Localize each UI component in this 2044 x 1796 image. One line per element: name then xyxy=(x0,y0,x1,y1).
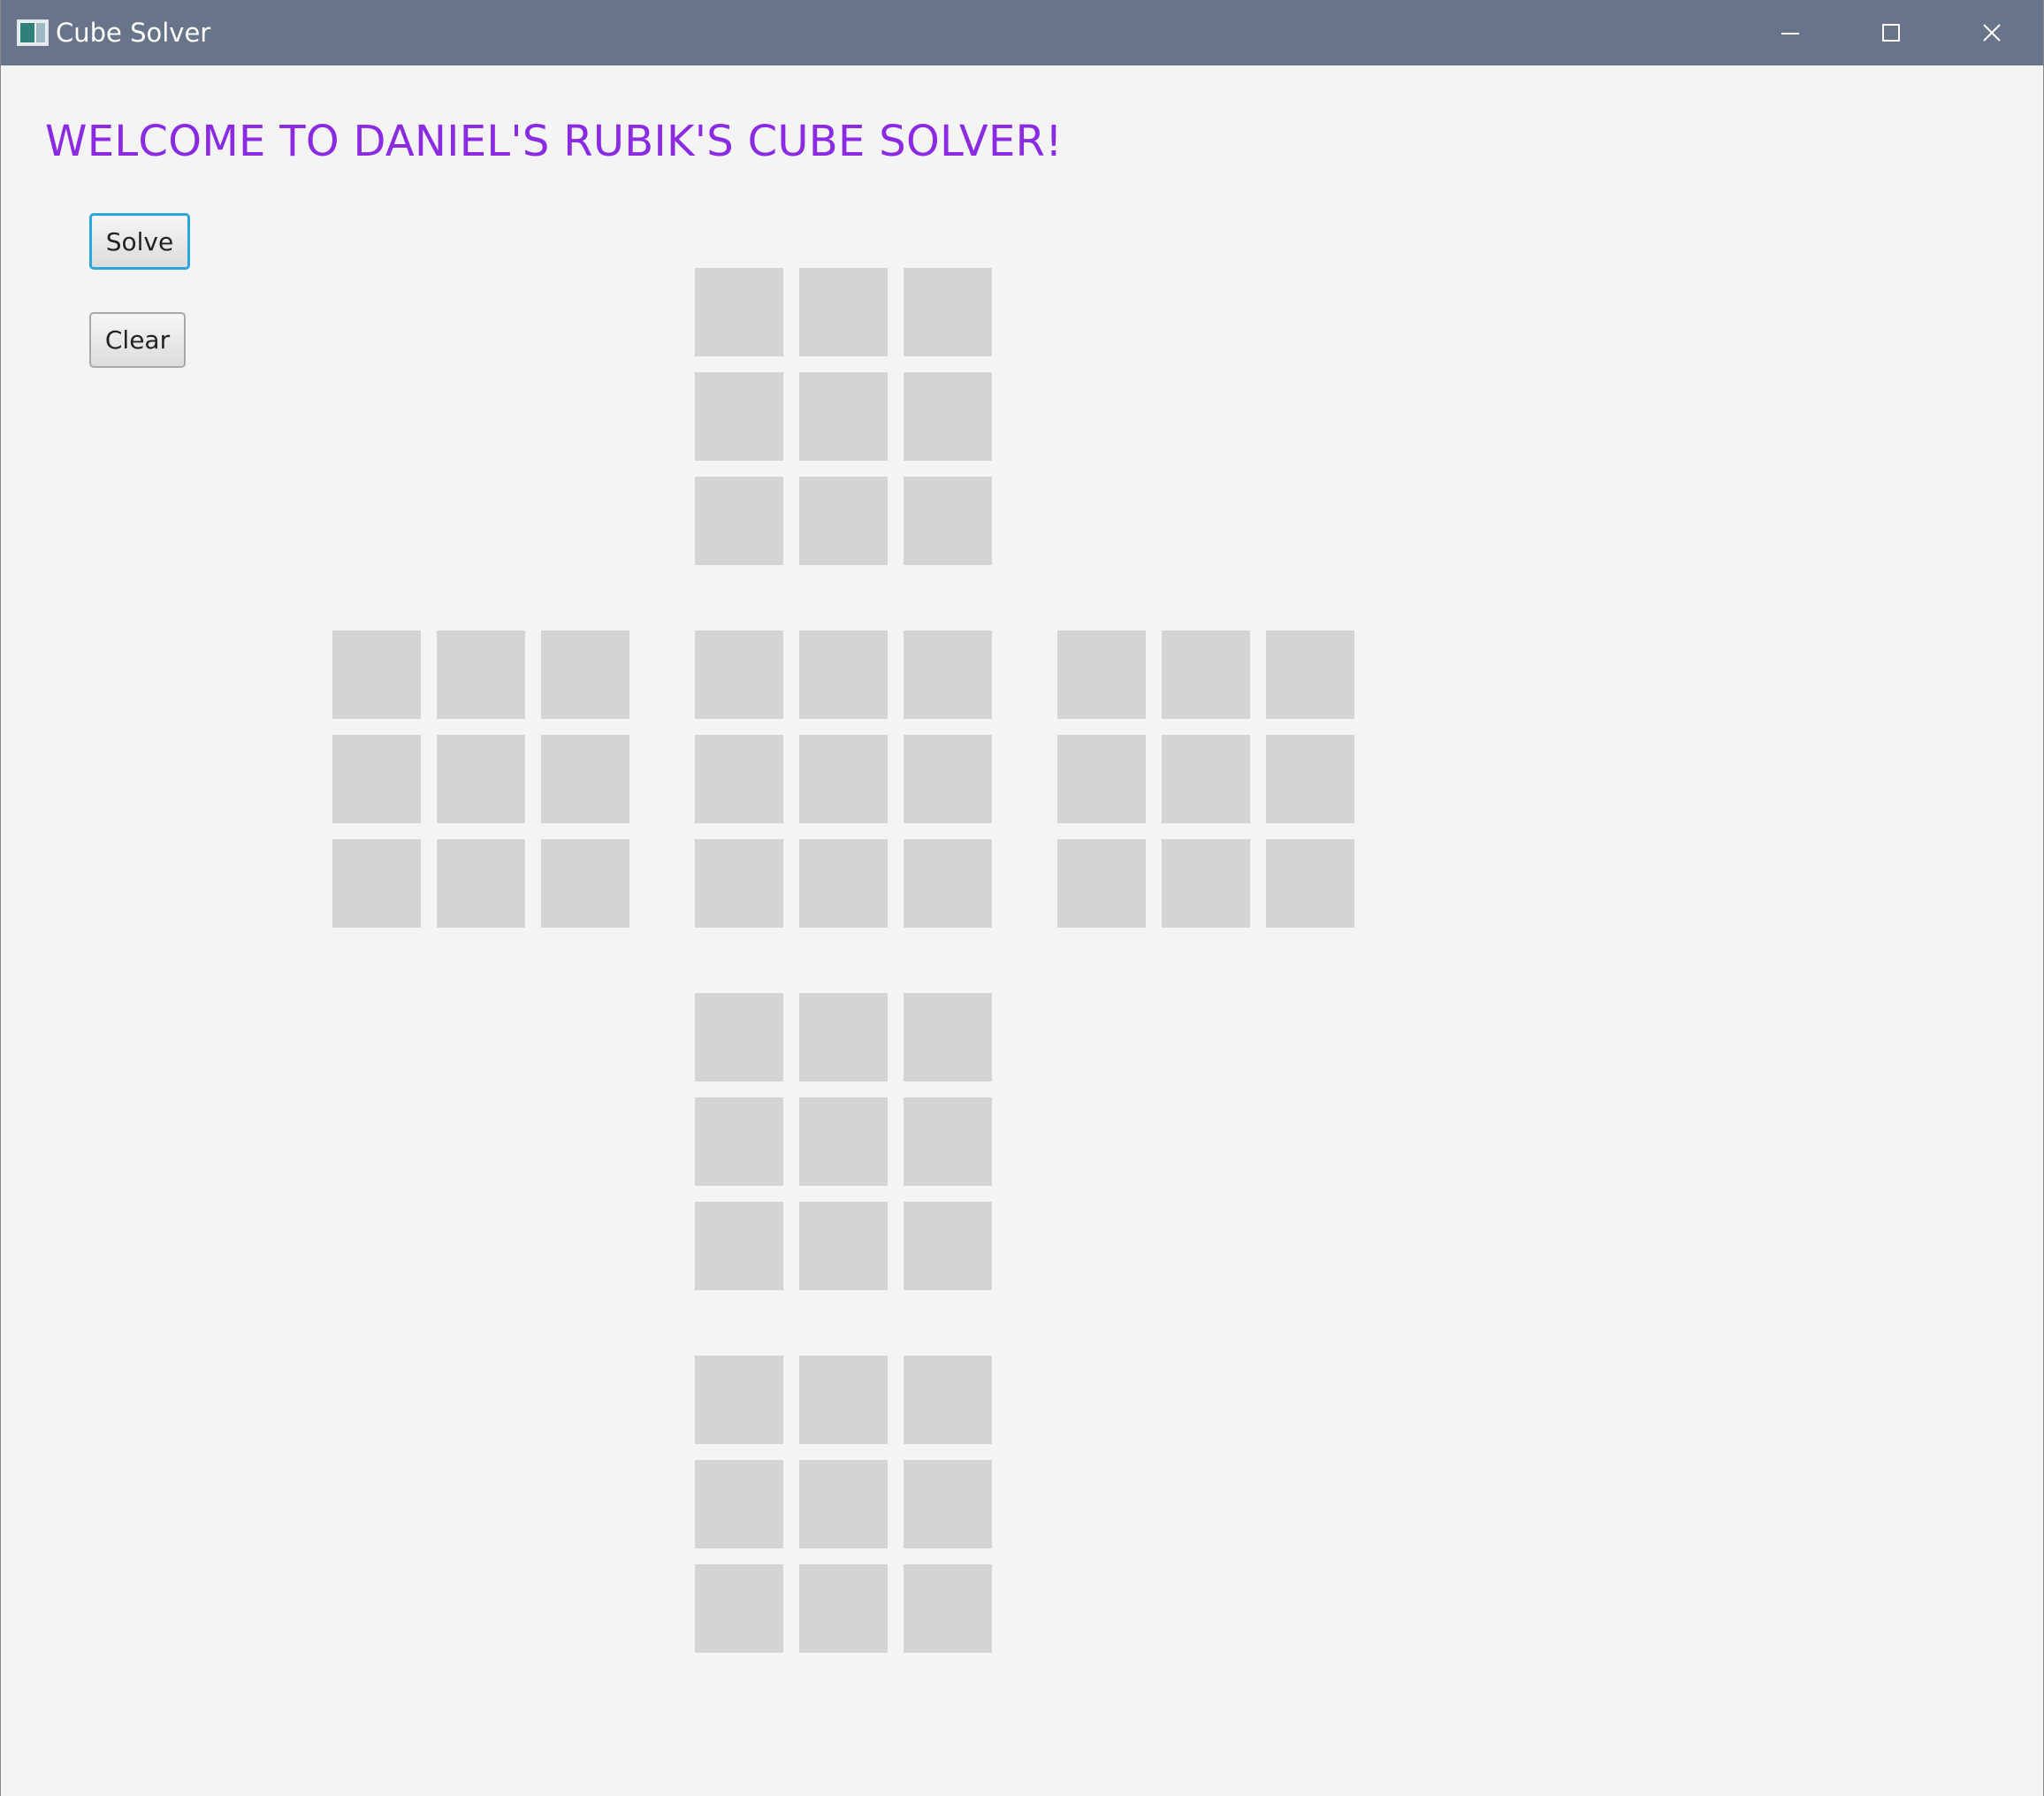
sticker-up-8[interactable] xyxy=(799,477,888,565)
sticker-back-6[interactable] xyxy=(904,1460,992,1548)
solve-button[interactable]: Solve xyxy=(89,213,190,270)
sticker-down-9[interactable] xyxy=(904,1202,992,1290)
cube-face-front xyxy=(695,631,992,928)
sticker-front-9[interactable] xyxy=(904,839,992,928)
sticker-back-3[interactable] xyxy=(904,1356,992,1444)
sticker-front-6[interactable] xyxy=(904,735,992,823)
sticker-right-2[interactable] xyxy=(1162,631,1250,719)
close-button[interactable] xyxy=(1943,0,2040,65)
sticker-back-1[interactable] xyxy=(695,1356,783,1444)
sticker-down-4[interactable] xyxy=(695,1097,783,1186)
cube-face-right xyxy=(1057,631,1354,928)
sticker-down-7[interactable] xyxy=(695,1202,783,1290)
sticker-down-2[interactable] xyxy=(799,993,888,1081)
sticker-left-1[interactable] xyxy=(332,631,421,719)
sticker-right-6[interactable] xyxy=(1266,735,1354,823)
maximize-icon xyxy=(1882,24,1900,42)
sticker-back-2[interactable] xyxy=(799,1356,888,1444)
maximize-button[interactable] xyxy=(1842,0,1940,65)
sticker-down-6[interactable] xyxy=(904,1097,992,1186)
cube-face-up xyxy=(695,268,992,565)
sticker-back-9[interactable] xyxy=(904,1564,992,1653)
sticker-left-3[interactable] xyxy=(541,631,629,719)
sticker-left-6[interactable] xyxy=(541,735,629,823)
minimize-icon xyxy=(1781,33,1799,34)
sticker-up-1[interactable] xyxy=(695,268,783,356)
sticker-right-4[interactable] xyxy=(1057,735,1146,823)
title-bar[interactable]: Cube Solver xyxy=(1,0,2043,65)
welcome-heading: WELCOME TO DANIEL'S RUBIK'S CUBE SOLVER! xyxy=(45,117,1063,166)
sticker-front-5[interactable] xyxy=(799,735,888,823)
sticker-front-8[interactable] xyxy=(799,839,888,928)
sticker-left-2[interactable] xyxy=(437,631,525,719)
sticker-up-5[interactable] xyxy=(799,372,888,461)
app-window: Cube Solver WELCOME TO DANIEL'S RUBIK'S … xyxy=(0,0,2044,1796)
sticker-down-8[interactable] xyxy=(799,1202,888,1290)
sticker-back-5[interactable] xyxy=(799,1460,888,1548)
sticker-right-8[interactable] xyxy=(1162,839,1250,928)
sticker-back-8[interactable] xyxy=(799,1564,888,1653)
sticker-front-7[interactable] xyxy=(695,839,783,928)
sticker-down-5[interactable] xyxy=(799,1097,888,1186)
sticker-front-1[interactable] xyxy=(695,631,783,719)
sticker-back-7[interactable] xyxy=(695,1564,783,1653)
app-window-icon xyxy=(17,19,49,46)
sticker-right-5[interactable] xyxy=(1162,735,1250,823)
sticker-right-7[interactable] xyxy=(1057,839,1146,928)
sticker-left-8[interactable] xyxy=(437,839,525,928)
sticker-back-4[interactable] xyxy=(695,1460,783,1548)
window-title: Cube Solver xyxy=(56,18,211,48)
sticker-left-4[interactable] xyxy=(332,735,421,823)
close-icon xyxy=(1983,24,2001,42)
sticker-left-9[interactable] xyxy=(541,839,629,928)
sticker-left-5[interactable] xyxy=(437,735,525,823)
sticker-front-3[interactable] xyxy=(904,631,992,719)
sticker-right-1[interactable] xyxy=(1057,631,1146,719)
sticker-up-7[interactable] xyxy=(695,477,783,565)
sticker-up-2[interactable] xyxy=(799,268,888,356)
minimize-button[interactable] xyxy=(1742,0,1839,65)
cube-face-back xyxy=(695,1356,992,1653)
sticker-front-4[interactable] xyxy=(695,735,783,823)
sticker-front-2[interactable] xyxy=(799,631,888,719)
clear-button[interactable]: Clear xyxy=(89,312,186,368)
sticker-up-4[interactable] xyxy=(695,372,783,461)
sticker-up-3[interactable] xyxy=(904,268,992,356)
sticker-up-6[interactable] xyxy=(904,372,992,461)
sticker-up-9[interactable] xyxy=(904,477,992,565)
sticker-down-1[interactable] xyxy=(695,993,783,1081)
cube-face-down xyxy=(695,993,992,1290)
sticker-left-7[interactable] xyxy=(332,839,421,928)
sticker-right-3[interactable] xyxy=(1266,631,1354,719)
sticker-down-3[interactable] xyxy=(904,993,992,1081)
cube-face-left xyxy=(332,631,629,928)
sticker-right-9[interactable] xyxy=(1266,839,1354,928)
